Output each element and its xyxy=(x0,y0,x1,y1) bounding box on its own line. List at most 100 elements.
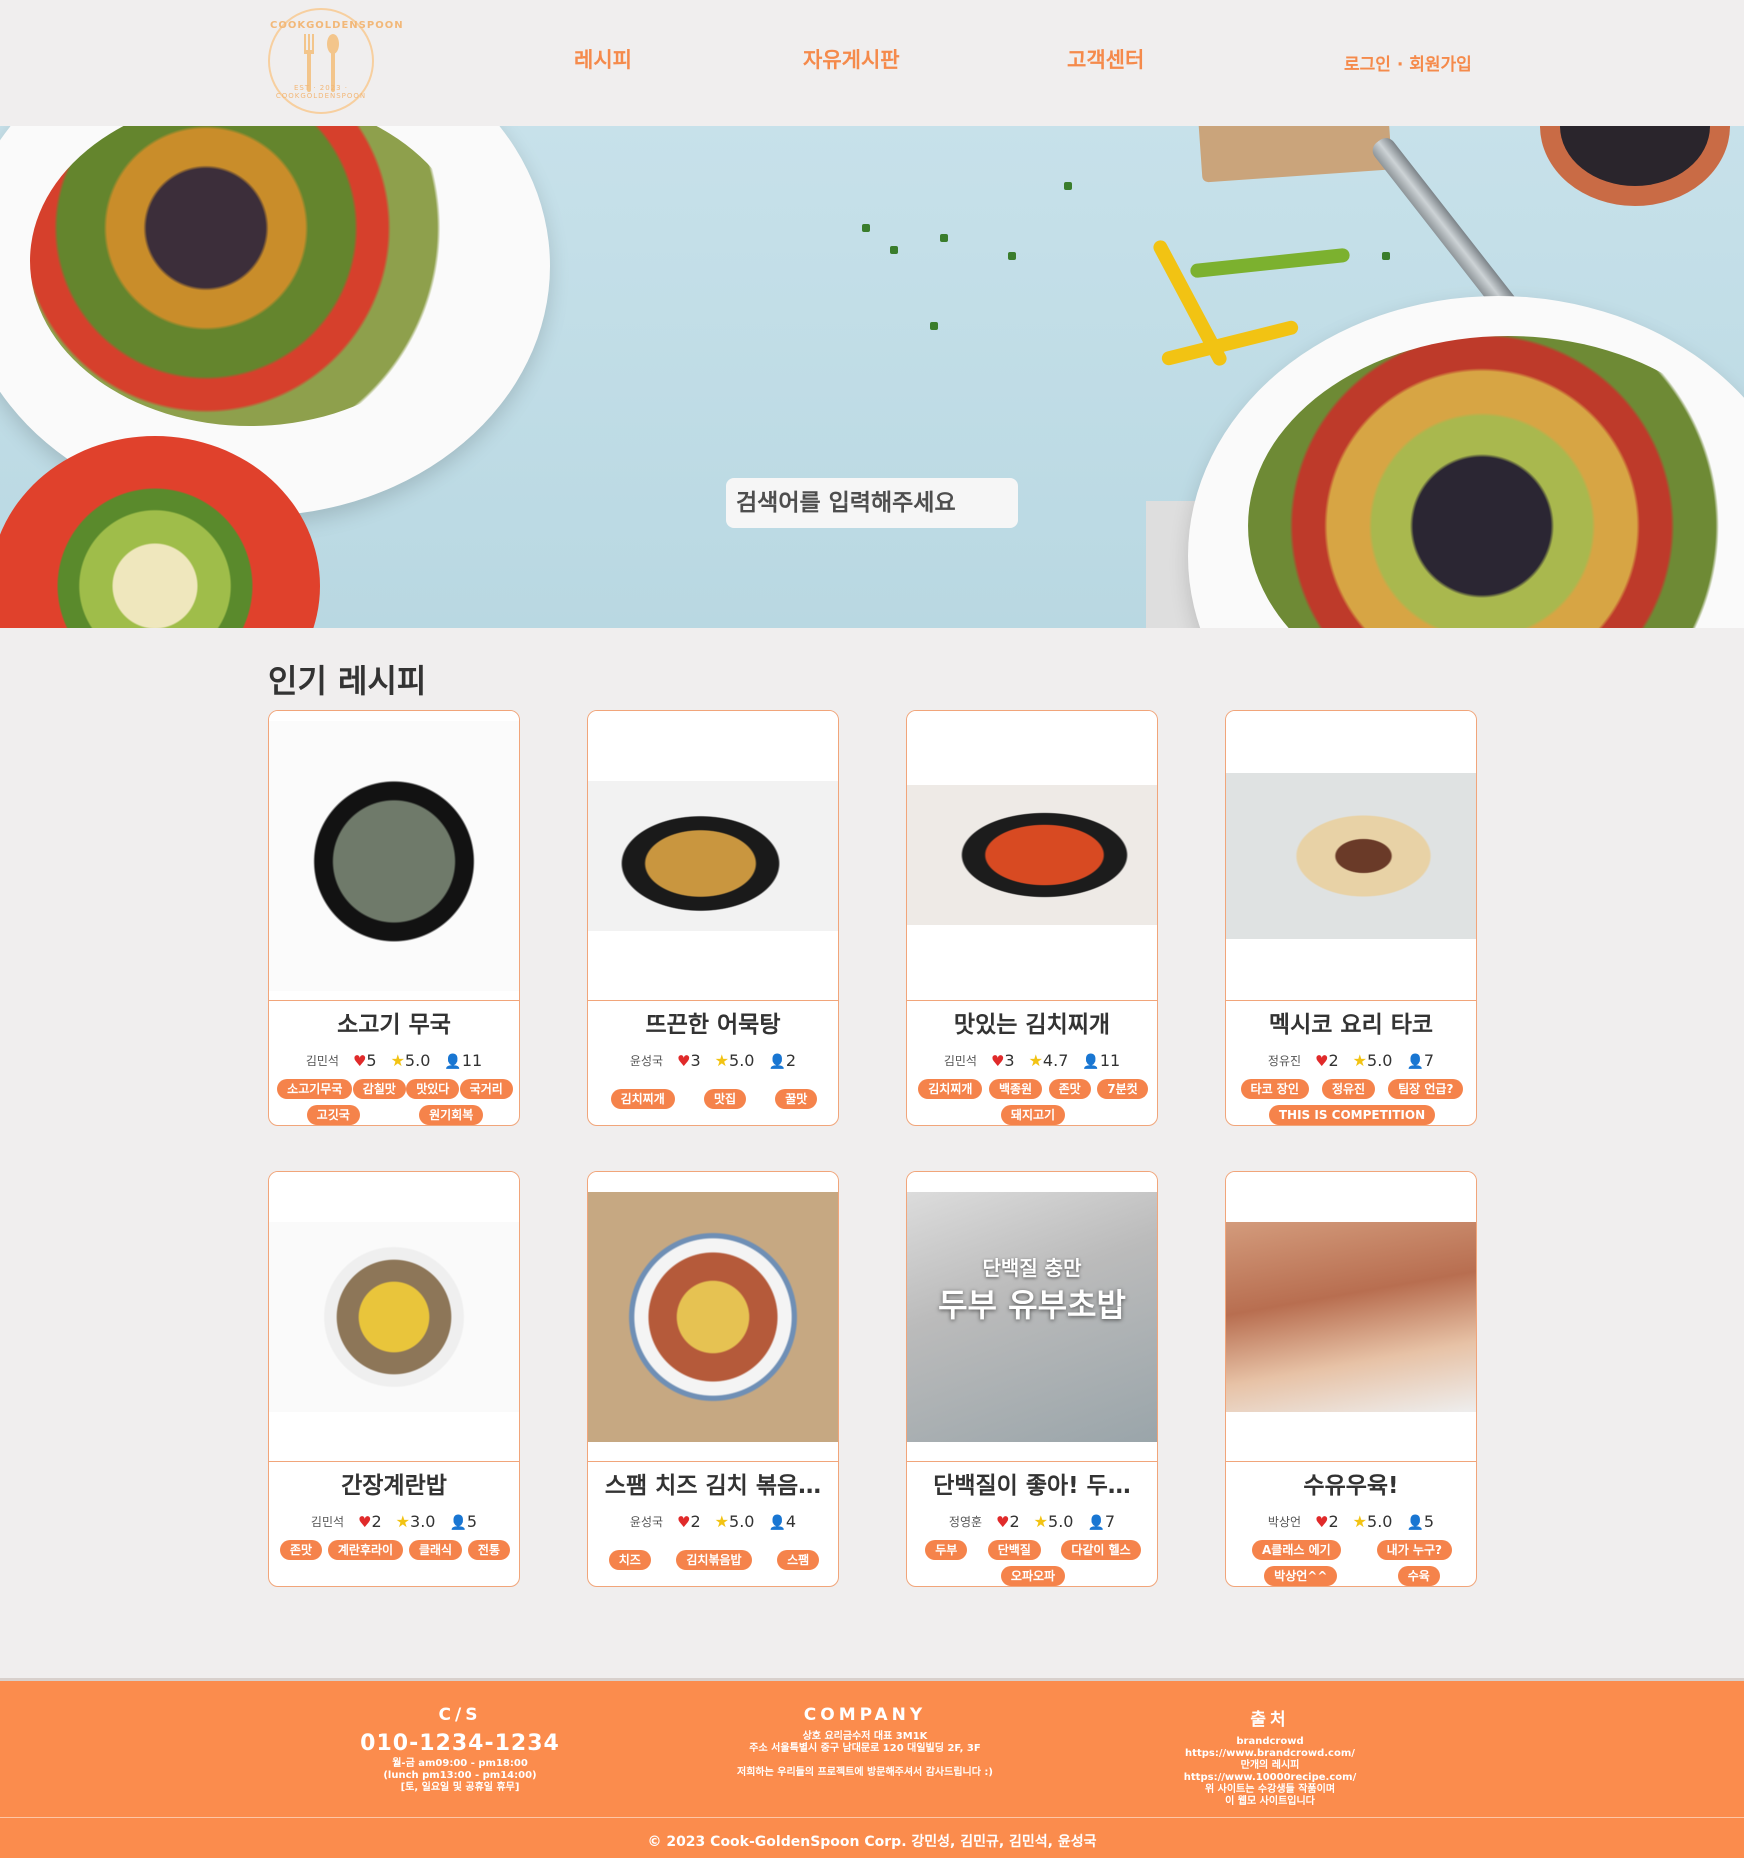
recipe-tag[interactable]: 백종원 xyxy=(988,1079,1043,1099)
recipe-tag[interactable]: 원기회복 xyxy=(419,1105,484,1125)
recipe-tag[interactable]: 국거리 xyxy=(459,1079,513,1099)
rating-value: 5.0 xyxy=(404,1051,431,1070)
recipe-tag[interactable]: 맛있다 xyxy=(406,1079,460,1099)
viewer-value: 11 xyxy=(1099,1051,1121,1070)
recipe-tag[interactable]: THIS IS COMPETITION xyxy=(1268,1105,1436,1125)
recipe-title[interactable]: 간장계란밥 xyxy=(269,1466,519,1500)
recipe-card[interactable]: 멕시코 요리 타코 정유진 ♥2 ★5.0 👤7 타코 장인 정유진 팀장 언급? THIS I… xyxy=(1225,710,1477,1126)
person-icon: 👤 xyxy=(1082,1054,1100,1070)
recipe-tag[interactable]: 수육 xyxy=(1397,1566,1440,1586)
recipe-tag[interactable]: 소고기무국 xyxy=(277,1079,353,1099)
viewer-count: 👤5 xyxy=(449,1512,477,1531)
rating: ★3.0 xyxy=(396,1512,436,1531)
recipe-image-frame[interactable] xyxy=(588,711,838,1001)
nav-login-signup[interactable]: 로그인 · 회원가입 xyxy=(1344,50,1472,75)
recipe-tag[interactable]: 타코 장인 xyxy=(1240,1079,1309,1099)
recipe-title[interactable]: 수유우육! xyxy=(1226,1466,1476,1500)
site-logo[interactable]: COOKGOLDENSPOON EST · 2023 · COOKGOLDENS… xyxy=(268,8,403,114)
recipe-card[interactable]: 소고기 무국 김민석 ♥5 ★5.0 👤11 소고기무국 감칠맛 맛있다 국거리 고깃국 원기회복 xyxy=(268,710,520,1126)
recipe-image-frame[interactable] xyxy=(1226,1172,1476,1462)
star-icon: ★ xyxy=(1028,1051,1043,1070)
recipe-tag[interactable]: 고깃국 xyxy=(306,1105,360,1125)
recipe-tag[interactable]: 김치찌개 xyxy=(918,1079,983,1099)
source-link[interactable]: https://www.brandcrowd.com/ xyxy=(1170,1748,1370,1760)
recipe-image-frame[interactable]: 단백질 충만 두부 유부초밥 xyxy=(907,1172,1157,1462)
source-heading: 출처 xyxy=(1250,1710,1290,1730)
recipe-image-frame[interactable] xyxy=(907,711,1157,1001)
search-input[interactable] xyxy=(726,478,1018,528)
rating-value: 5.0 xyxy=(1367,1512,1393,1531)
recipe-card[interactable]: 수유우육! 박상언 ♥2 ★5.0 👤5 A클래스 에기 내가 누구? 박상언^^ 수육 xyxy=(1225,1171,1477,1587)
recipe-tag[interactable]: 클래식 xyxy=(408,1540,463,1560)
rating-value: 5.0 xyxy=(729,1512,755,1531)
viewer-count: 👤11 xyxy=(444,1051,482,1070)
viewer-value: 5 xyxy=(466,1512,478,1531)
recipe-tag[interactable]: 김치볶음밥 xyxy=(676,1550,752,1570)
recipe-title[interactable]: 멕시코 요리 타코 xyxy=(1226,1005,1476,1039)
recipe-tag[interactable]: 박상언^^ xyxy=(1264,1566,1338,1586)
recipe-card[interactable]: 맛있는 김치찌개 김민석 ♥3 ★4.7 👤11 김치찌개 백종원 존맛 7분컷 돼지고기 xyxy=(906,710,1158,1126)
source-line: 만개의 레시피 xyxy=(1240,1760,1300,1771)
recipe-tag[interactable]: 꿀맛 xyxy=(775,1089,818,1109)
rating-value: 4.7 xyxy=(1042,1051,1069,1070)
company-spacer xyxy=(705,1755,1025,1767)
recipe-tag[interactable]: 오파오파 xyxy=(1000,1566,1066,1586)
recipe-tags: 소고기무국 감칠맛 맛있다 국거리고깃국 원기회복 xyxy=(277,1079,513,1125)
source-link[interactable]: https://www.10000recipe.com/ xyxy=(1170,1772,1370,1784)
recipe-tag[interactable]: 존맛 xyxy=(1048,1079,1091,1099)
recipe-card[interactable]: 단백질 충만 두부 유부초밥 단백질이 좋아! 두… 정영훈 ♥2 ★5.0 👤7 두부 단백질… xyxy=(906,1171,1158,1587)
recipe-photo xyxy=(1226,1222,1476,1412)
recipe-tag[interactable]: 전통 xyxy=(467,1540,511,1560)
recipe-title[interactable]: 맛있는 김치찌개 xyxy=(907,1005,1157,1039)
recipe-tag[interactable]: 감칠맛 xyxy=(352,1079,406,1099)
like-value: 2 xyxy=(1009,1512,1020,1531)
recipe-card[interactable]: 간장계란밥 김민석 ♥2 ★3.0 👤5 존맛 계란후라이 클래식 전통 xyxy=(268,1171,520,1587)
recipe-image-frame[interactable] xyxy=(269,1172,519,1462)
rating: ★5.0 xyxy=(1353,1051,1393,1070)
recipe-image-frame[interactable] xyxy=(588,1172,838,1462)
recipe-meta: 김민석 ♥2 ★3.0 👤5 xyxy=(269,1512,519,1531)
recipe-tag[interactable]: 존맛 xyxy=(279,1540,323,1560)
herb-leaf xyxy=(1008,252,1016,260)
recipe-tag[interactable]: 돼지고기 xyxy=(1000,1105,1066,1125)
recipe-card[interactable]: 스팸 치즈 김치 볶음… 윤성국 ♥2 ★5.0 👤4 치즈 김치볶음밥 스팸 xyxy=(587,1171,839,1587)
nav-free-board[interactable]: 자유게시판 xyxy=(803,44,900,74)
recipe-title[interactable]: 소고기 무국 xyxy=(269,1005,519,1039)
recipe-title[interactable]: 뜨끈한 어묵탕 xyxy=(588,1005,838,1039)
recipe-tag[interactable]: 팀장 언급? xyxy=(1388,1079,1464,1099)
company-address: 주소 서울특별시 중구 남대문로 120 대일빌딩 2F, 3F xyxy=(749,1743,981,1754)
nav-recipe[interactable]: 레시피 xyxy=(574,44,632,74)
recipe-author: 박상언 xyxy=(1267,1515,1302,1529)
nav-customer-center[interactable]: 고객센터 xyxy=(1067,44,1144,74)
recipe-tag[interactable]: 스팸 xyxy=(777,1550,820,1570)
herb-leaf xyxy=(930,322,938,330)
recipe-tag[interactable]: 김치찌개 xyxy=(610,1089,675,1109)
recipe-tag[interactable]: 두부 xyxy=(925,1540,968,1560)
recipe-tag[interactable]: 치즈 xyxy=(608,1550,651,1570)
recipe-photo xyxy=(907,785,1157,925)
recipe-image-frame[interactable] xyxy=(269,711,519,1001)
recipe-title[interactable]: 스팸 치즈 김치 볶음… xyxy=(588,1466,838,1500)
recipe-image-frame[interactable] xyxy=(1226,711,1476,1001)
recipe-tag[interactable]: 내가 누구? xyxy=(1376,1540,1452,1560)
like-count: ♥2 xyxy=(996,1512,1020,1531)
recipe-tag[interactable]: 단백질 xyxy=(987,1540,1041,1560)
recipe-tag[interactable]: 다같이 헬스 xyxy=(1061,1540,1141,1560)
recipe-tag[interactable]: 맛집 xyxy=(703,1089,747,1109)
company-heading: COMPANY xyxy=(803,1705,927,1725)
recipe-tag[interactable]: A클래스 에기 xyxy=(1252,1540,1341,1560)
rating: ★5.0 xyxy=(1353,1512,1393,1531)
heart-icon: ♥ xyxy=(358,1513,372,1531)
recipe-title[interactable]: 단백질이 좋아! 두… xyxy=(907,1466,1157,1500)
recipe-author: 김민석 xyxy=(310,1515,345,1529)
hero-banner xyxy=(0,126,1744,628)
recipe-tag[interactable]: 7분컷 xyxy=(1097,1079,1148,1099)
recipe-tag[interactable]: 정유진 xyxy=(1321,1079,1376,1099)
recipe-card[interactable]: 뜨끈한 어묵탕 윤성국 ♥3 ★5.0 👤2 김치찌개 맛집 꿀맛 xyxy=(587,710,839,1126)
herb-leaf xyxy=(1064,182,1072,190)
star-icon: ★ xyxy=(395,1512,411,1531)
viewer-value: 7 xyxy=(1423,1051,1435,1070)
like-value: 2 xyxy=(690,1512,701,1531)
heart-icon: ♥ xyxy=(996,1513,1010,1531)
recipe-tag[interactable]: 계란후라이 xyxy=(327,1540,404,1560)
